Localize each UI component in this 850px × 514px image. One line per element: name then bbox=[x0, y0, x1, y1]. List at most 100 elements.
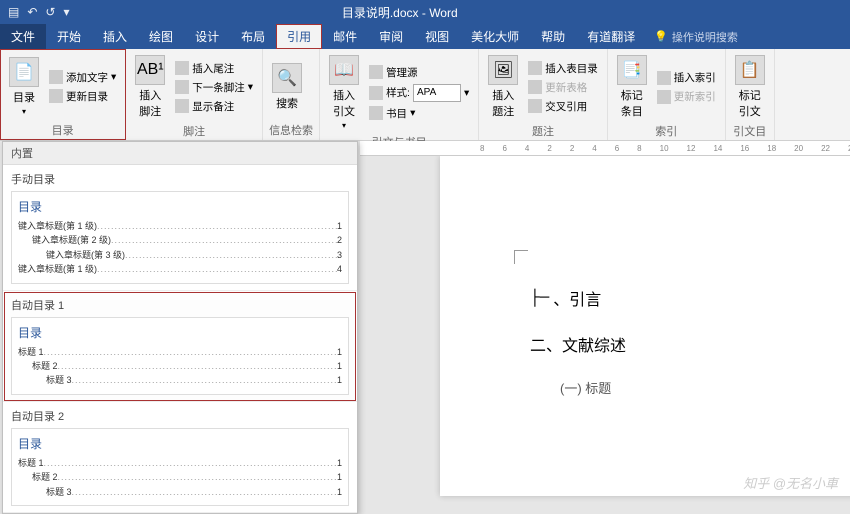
watermark: 知乎 @无名小車 bbox=[743, 473, 838, 492]
title-bar: ▤ ↶ ↺ ▾ 目录说明.docx - Word bbox=[0, 0, 850, 24]
ruler-tick: 16 bbox=[740, 144, 749, 153]
ruler-tick: 4 bbox=[592, 144, 596, 153]
show-notes-button[interactable]: 显示备注 bbox=[172, 98, 256, 115]
cross-ref-button[interactable]: 交叉引用 bbox=[525, 98, 601, 115]
document-title: 目录说明.docx - Word bbox=[70, 4, 731, 21]
tab-美化大师[interactable]: 美化大师 bbox=[460, 24, 530, 49]
search-icon: 🔍 bbox=[272, 63, 302, 93]
tab-邮件[interactable]: 邮件 bbox=[322, 24, 368, 49]
toc-line: 键入章标题(第 3 级)............................… bbox=[18, 248, 342, 262]
tell-me[interactable]: 💡 操作说明搜索 bbox=[646, 24, 738, 49]
caption-button[interactable]: 🖼 插入题注 bbox=[485, 53, 521, 121]
search-button[interactable]: 🔍 搜索 bbox=[269, 53, 305, 120]
add-text-button[interactable]: 添加文字 ▾ bbox=[46, 69, 119, 86]
insert-index-button[interactable]: 插入索引 bbox=[654, 69, 719, 86]
footnote-icon: AB¹ bbox=[135, 55, 165, 85]
mark-entry-button[interactable]: 📑 标记条目 bbox=[614, 53, 650, 121]
toc-option-auto1[interactable]: 自动目录 1 目录 标题 1..........................… bbox=[3, 291, 357, 402]
tab-设计[interactable]: 设计 bbox=[184, 24, 230, 49]
style-icon bbox=[369, 86, 383, 100]
citation-icon: 📖 bbox=[329, 55, 359, 85]
ruler-tick: 2 bbox=[547, 144, 551, 153]
bibliography-button[interactable]: 书目 ▾ bbox=[366, 105, 472, 122]
ruler-tick: 8 bbox=[480, 144, 484, 153]
tab-file[interactable]: 文件 bbox=[0, 24, 46, 49]
heading-1b: 二、文献综述 bbox=[530, 332, 820, 356]
toc-button[interactable]: 📄 目录 ▾ bbox=[6, 53, 42, 120]
repeat-icon[interactable]: ↺ bbox=[45, 5, 55, 19]
ruler: 86422468101214161820222426 bbox=[360, 141, 850, 156]
ruler-tick: 14 bbox=[713, 144, 722, 153]
mark-citation-button[interactable]: 📋 标记引文 bbox=[732, 53, 768, 121]
preview-auto1: 目录 标题 1.................................… bbox=[11, 317, 349, 395]
save-icon[interactable]: ▤ bbox=[8, 5, 19, 19]
next-footnote-button[interactable]: 下一条脚注 ▾ bbox=[172, 79, 256, 96]
document-page[interactable]: ├─、引言 二、文献综述 (一) 标题 bbox=[440, 156, 850, 496]
group-authority: 📋 标记引文 引文目 bbox=[726, 49, 775, 140]
group-toc: 📄 目录 ▾ 添加文字 ▾ 更新目录 目录 bbox=[0, 49, 126, 140]
tab-视图[interactable]: 视图 bbox=[414, 24, 460, 49]
crossref-icon bbox=[528, 99, 542, 113]
group-caption: 🖼 插入题注 插入表目录 更新表格 交叉引用 题注 bbox=[479, 49, 608, 140]
tab-开始[interactable]: 开始 bbox=[46, 24, 92, 49]
toc-option-auto2[interactable]: 自动目录 2 目录 标题 1..........................… bbox=[3, 402, 357, 513]
ruler-tick: 22 bbox=[821, 144, 830, 153]
toc-line: 标题 2....................................… bbox=[18, 470, 342, 484]
show-icon bbox=[175, 99, 189, 113]
menu-bar: 文件 开始插入绘图设计布局引用邮件审阅视图美化大师帮助有道翻译 💡 操作说明搜索 bbox=[0, 24, 850, 49]
heading-1a: ├─、引言 bbox=[530, 286, 820, 310]
endnote-button[interactable]: 插入尾注 bbox=[172, 60, 256, 77]
style-select[interactable]: 样式: ▾ bbox=[366, 83, 472, 103]
tab-插入[interactable]: 插入 bbox=[92, 24, 138, 49]
group-search: 🔍 搜索 信息检索 bbox=[263, 49, 320, 140]
update-icon bbox=[49, 89, 63, 103]
chevron-down-icon: ▾ bbox=[342, 121, 346, 130]
tab-绘图[interactable]: 绘图 bbox=[138, 24, 184, 49]
ruler-tick: 6 bbox=[502, 144, 506, 153]
ribbon: 📄 目录 ▾ 添加文字 ▾ 更新目录 目录 AB¹ 插入脚注 插入尾注 下一条脚… bbox=[0, 49, 850, 141]
update-index-button[interactable]: 更新索引 bbox=[654, 88, 719, 105]
bib-icon bbox=[369, 106, 383, 120]
insert-tof-button[interactable]: 插入表目录 bbox=[525, 60, 601, 77]
dropdown-section-builtin: 内置 bbox=[3, 142, 357, 165]
tab-帮助[interactable]: 帮助 bbox=[530, 24, 576, 49]
preview-manual: 目录 键入章标题(第 1 级).........................… bbox=[11, 191, 349, 284]
toc-line: 标题 3....................................… bbox=[18, 485, 342, 499]
toc-line: 标题 2....................................… bbox=[18, 359, 342, 373]
update-index-icon bbox=[657, 90, 671, 104]
qat-dropdown-icon[interactable]: ▾ bbox=[63, 5, 69, 19]
research-label: 信息检索 bbox=[269, 120, 313, 138]
citation-button[interactable]: 📖 插入引文 ▾ bbox=[326, 53, 362, 132]
endnote-icon bbox=[175, 61, 189, 75]
tab-有道翻译[interactable]: 有道翻译 bbox=[576, 24, 646, 49]
style-input[interactable] bbox=[413, 84, 461, 102]
toc-line: 键入章标题(第 2 级)............................… bbox=[18, 233, 342, 247]
chevron-down-icon: ▾ bbox=[22, 107, 26, 116]
lightbulb-icon: 💡 bbox=[654, 30, 668, 43]
update-toc-button[interactable]: 更新目录 bbox=[46, 88, 119, 105]
manage-icon bbox=[369, 65, 383, 79]
toc-dropdown: 内置 手动目录 目录 键入章标题(第 1 级).................… bbox=[2, 141, 358, 514]
tab-引用[interactable]: 引用 bbox=[276, 24, 322, 49]
toc-line: 标题 3....................................… bbox=[18, 373, 342, 387]
quick-access: ▤ ↶ ↺ ▾ bbox=[0, 5, 70, 19]
ruler-tick: 6 bbox=[615, 144, 619, 153]
undo-icon[interactable]: ↶ bbox=[27, 5, 37, 19]
next-icon bbox=[175, 80, 189, 94]
ruler-tick: 18 bbox=[767, 144, 776, 153]
update-table-icon bbox=[528, 80, 542, 94]
tab-布局[interactable]: 布局 bbox=[230, 24, 276, 49]
tof-icon bbox=[528, 61, 542, 75]
ruler-tick: 8 bbox=[637, 144, 641, 153]
ruler-tick: 12 bbox=[687, 144, 696, 153]
manage-sources-button[interactable]: 管理源 bbox=[366, 64, 472, 81]
tab-审阅[interactable]: 审阅 bbox=[368, 24, 414, 49]
ruler-tick: 20 bbox=[794, 144, 803, 153]
update-table-button[interactable]: 更新表格 bbox=[525, 79, 601, 96]
toc-option-manual[interactable]: 手动目录 目录 键入章标题(第 1 级)....................… bbox=[3, 165, 357, 291]
toc-line: 标题 1....................................… bbox=[18, 345, 342, 359]
group-footnote: AB¹ 插入脚注 插入尾注 下一条脚注 ▾ 显示备注 脚注 bbox=[126, 49, 263, 140]
footnote-button[interactable]: AB¹ 插入脚注 bbox=[132, 53, 168, 121]
toc-line: 键入章标题(第 1 级)............................… bbox=[18, 262, 342, 276]
heading-2: (一) 标题 bbox=[560, 378, 820, 397]
